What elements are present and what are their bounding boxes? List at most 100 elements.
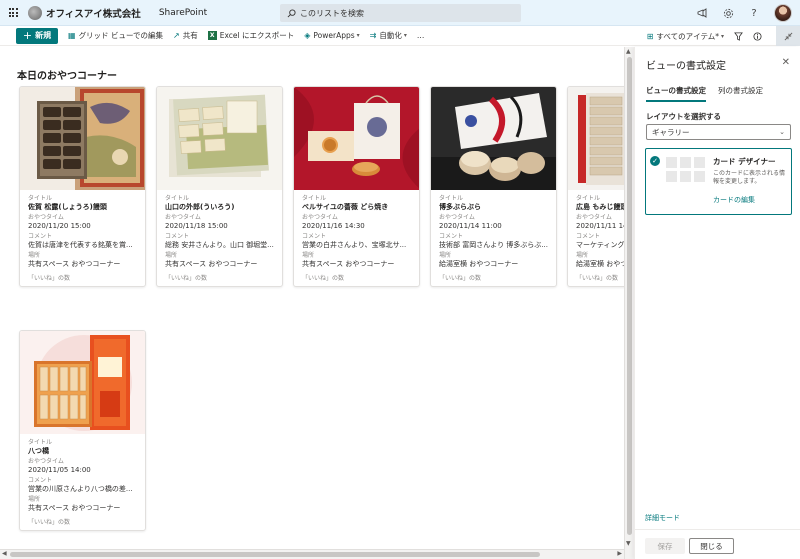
- company-name: オフィスアイ株式会社: [46, 8, 141, 20]
- field-label-title: タイトル: [439, 195, 464, 202]
- collapse-icon: [784, 32, 792, 40]
- waffle-icon: [8, 8, 18, 17]
- field-label-comment: コメント: [165, 233, 190, 240]
- card-image: [157, 87, 282, 190]
- card-comment: 技術部 富岡さんより 博多ぶらぶ...: [439, 241, 548, 249]
- horizontal-scrollbar[interactable]: ◀ ▶: [0, 549, 624, 559]
- filter-button[interactable]: [734, 31, 743, 41]
- panel-title: ビューの書式設定: [646, 61, 726, 72]
- field-label-time: おやつタイム: [165, 214, 201, 221]
- card-time: 2020/11/05 14:00: [28, 466, 91, 474]
- advanced-mode-link[interactable]: 詳細モード: [645, 513, 680, 523]
- excel-icon: X: [207, 31, 217, 40]
- suite-actions: ?: [696, 0, 792, 26]
- horizontal-scroll-thumb[interactable]: [10, 552, 540, 557]
- field-label-comment: コメント: [576, 233, 601, 240]
- field-label-time: おやつタイム: [28, 214, 64, 221]
- company-logo[interactable]: オフィスアイ株式会社: [28, 5, 141, 20]
- more-button[interactable]: …: [417, 31, 425, 40]
- field-label-comment: コメント: [439, 233, 464, 240]
- gallery-card[interactable]: タイトル 山口の外郎(ういろう) おやつタイム 2020/11/18 15:00…: [156, 86, 283, 287]
- export-excel-button[interactable]: X Excel にエクスポート: [207, 30, 294, 41]
- info-button[interactable]: [753, 31, 762, 41]
- new-button[interactable]: + 新規: [16, 27, 58, 44]
- powerapps-button[interactable]: ◈ PowerApps ▾: [304, 31, 359, 40]
- card-image: [20, 331, 145, 434]
- flow-icon: ⇉: [369, 31, 377, 40]
- gallery-card[interactable]: タイトル 博多ぶらぶら おやつタイム 2020/11/14 11:00 コメント…: [430, 86, 557, 287]
- help-icon[interactable]: ?: [748, 7, 760, 19]
- chevron-down-icon: ▾: [403, 32, 407, 39]
- checkmark-icon: ✓: [650, 156, 660, 166]
- field-label-place: 場所: [576, 252, 589, 259]
- card-title[interactable]: 山口の外郎(ういろう): [165, 203, 274, 212]
- card-time: 2020/11/11 14:30: [576, 222, 624, 230]
- megaphone-icon[interactable]: [696, 7, 708, 19]
- gallery-card[interactable]: タイトル ベルサイユの薔薇 どら焼き おやつタイム 2020/11/16 14:…: [293, 86, 420, 287]
- share-button[interactable]: ↗ 共有: [173, 30, 198, 41]
- card-title[interactable]: ベルサイユの薔薇 どら焼き: [302, 203, 411, 212]
- close-button[interactable]: 閉じる: [689, 538, 734, 554]
- scroll-up-icon[interactable]: ▲: [626, 48, 631, 55]
- section-title: 本日のおやつコーナー: [17, 71, 117, 82]
- automate-label: 自動化: [379, 31, 402, 40]
- field-label-likes: 「いいね」の数: [28, 519, 71, 526]
- card-title[interactable]: 佐賀 松露(しょうろ)饅頭: [28, 203, 137, 212]
- scroll-down-icon[interactable]: ▼: [626, 540, 631, 547]
- card-place: 給湯室横 おやつコーナー: [439, 260, 519, 268]
- company-logo-icon: [28, 5, 42, 20]
- grid-icon: ▦: [68, 31, 76, 40]
- card-title[interactable]: 博多ぶらぶら: [439, 203, 548, 212]
- close-icon[interactable]: ✕: [782, 57, 790, 68]
- card-comment: 営業の川原さんより八つ橋の差...: [28, 485, 133, 493]
- card-time: 2020/11/20 15:00: [28, 222, 91, 230]
- panel-footer: 保存 閉じる: [635, 529, 800, 559]
- collapse-panel-button[interactable]: [776, 26, 800, 46]
- sharepoint-link[interactable]: SharePoint: [159, 8, 207, 18]
- scroll-right-icon[interactable]: ▶: [617, 550, 622, 557]
- field-label-comment: コメント: [28, 233, 53, 240]
- gallery-card[interactable]: タイトル 佐賀 松露(しょうろ)饅頭 おやつタイム 2020/11/20 15:…: [19, 86, 146, 287]
- chevron-down-icon: ▾: [356, 32, 360, 39]
- card-title[interactable]: 八つ橋: [28, 447, 137, 456]
- layout-dropdown[interactable]: ギャラリー ⌄: [646, 124, 791, 140]
- chevron-down-icon: ⌄: [779, 128, 785, 136]
- filter-icon: [734, 31, 743, 41]
- field-label-title: タイトル: [165, 195, 190, 202]
- app-launcher-button[interactable]: [0, 0, 26, 26]
- card-image: [294, 87, 419, 190]
- automate-button[interactable]: ⇉ 自動化 ▾: [370, 30, 407, 41]
- field-label-title: タイトル: [28, 195, 53, 202]
- scroll-left-icon[interactable]: ◀: [2, 550, 7, 557]
- save-button[interactable]: 保存: [645, 538, 685, 554]
- plus-icon: +: [22, 29, 33, 42]
- command-bar: + 新規 ▦ グリッド ビューでの編集 ↗ 共有 X Excel にエクスポート ◈ Po…: [0, 26, 800, 46]
- search-placeholder: このリストを検索: [300, 8, 364, 18]
- grid-edit-button[interactable]: ▦ グリッド ビューでの編集: [68, 30, 163, 41]
- field-label-likes: 「いいね」の数: [28, 275, 71, 282]
- field-label-comment: コメント: [302, 233, 327, 240]
- tab-column-format[interactable]: 列の書式設定: [718, 85, 763, 102]
- tab-view-format[interactable]: ビューの書式設定: [646, 85, 706, 102]
- field-label-time: おやつタイム: [439, 214, 475, 221]
- edit-card-link[interactable]: カードの編集: [713, 195, 755, 205]
- field-label-comment: コメント: [28, 477, 53, 484]
- search-input[interactable]: このリストを検索: [280, 4, 521, 22]
- card-image: [431, 87, 556, 190]
- gallery-card[interactable]: タイトル 広島 もみじ饅頭 おやつタイム 2020/11/11 14:30 コメ…: [567, 86, 624, 287]
- gear-icon[interactable]: [722, 7, 734, 19]
- user-avatar[interactable]: [774, 4, 792, 22]
- vertical-scrollbar[interactable]: ▲ ▼: [624, 47, 634, 559]
- view-selector[interactable]: ⊞ すべてのアイテム* ▾: [647, 31, 724, 42]
- field-label-time: おやつタイム: [302, 214, 338, 221]
- gallery-card[interactable]: タイトル 八つ橋 おやつタイム 2020/11/05 14:00 コメント 営業…: [19, 330, 146, 531]
- card-image: [20, 87, 145, 190]
- field-label-place: 場所: [439, 252, 452, 259]
- grid-edit-label: グリッド ビューでの編集: [78, 31, 163, 40]
- card-title[interactable]: 広島 もみじ饅頭: [576, 203, 624, 212]
- card-comment: 営業の白井さんより、宝塚北サ...: [302, 241, 407, 249]
- chevron-down-icon: ▾: [720, 32, 724, 40]
- vertical-scroll-thumb[interactable]: [627, 57, 632, 535]
- card-comment: 佐賀は唐津を代表する銘菓を賞...: [28, 241, 133, 249]
- view-selector-label: すべてのアイテム*: [656, 31, 719, 41]
